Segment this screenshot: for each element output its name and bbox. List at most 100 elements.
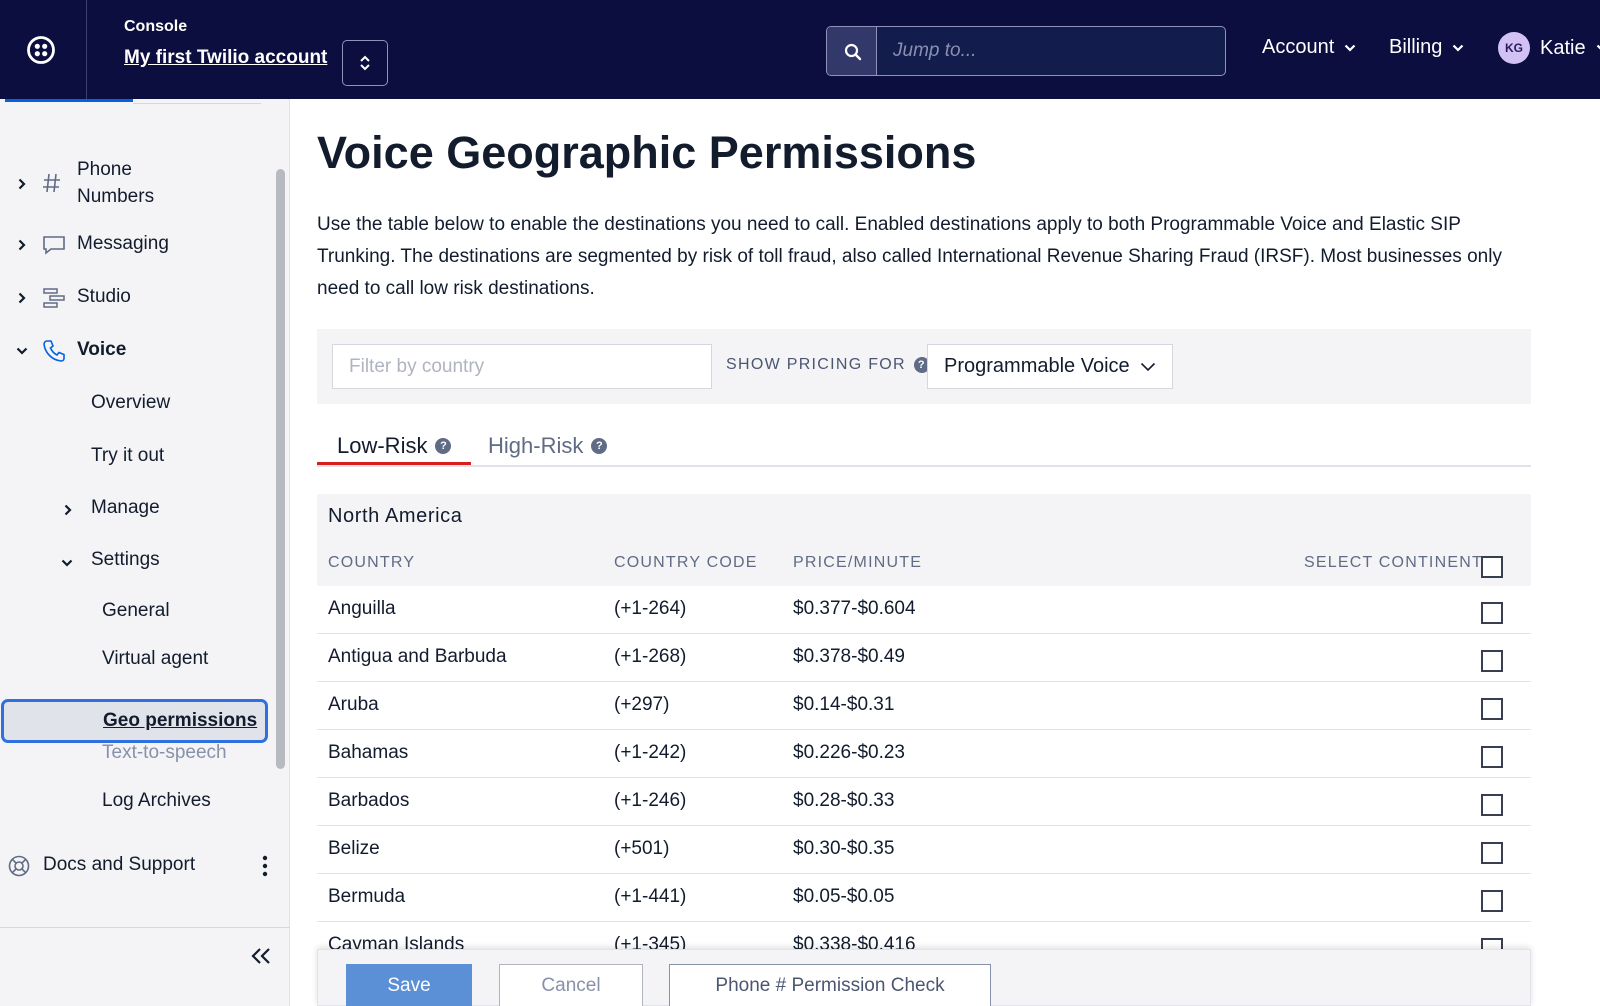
account-menu-label: Account (1262, 36, 1335, 58)
permissions-table: North America COUNTRY COUNTRY CODE PRICE… (317, 494, 1531, 954)
row-checkbox[interactable] (1481, 890, 1503, 912)
docs-and-support[interactable]: Docs and Support (0, 849, 285, 885)
sidebar-item-label: Geo permissions (103, 710, 258, 731)
tab-label: Low-Risk (337, 433, 428, 458)
main-content: Voice Geographic Permissions Use the tab… (290, 99, 1600, 1006)
permission-check-button[interactable]: Phone # Permission Check (669, 964, 991, 1006)
sidebar-item-studio[interactable]: Studio (0, 282, 270, 314)
table-row: Anguilla (+1-264) $0.377-$0.604 (317, 586, 1531, 634)
more-vertical-icon[interactable] (262, 855, 268, 877)
sidebar-tab-indicator (5, 99, 133, 102)
table-row: Barbados (+1-246) $0.28-$0.33 (317, 778, 1531, 826)
search-icon (844, 43, 862, 61)
price-cell: $0.28-$0.33 (793, 790, 895, 811)
hash-icon (43, 173, 60, 193)
country-cell: Aruba (328, 694, 379, 715)
filter-country-input[interactable] (332, 344, 712, 389)
chat-bubble-icon (43, 236, 65, 255)
row-checkbox[interactable] (1481, 602, 1503, 624)
chevron-right-icon (18, 239, 26, 251)
account-menu[interactable]: Account (1262, 36, 1356, 59)
row-checkbox[interactable] (1481, 698, 1503, 720)
chevron-up-down-icon (360, 55, 370, 71)
jump-to-input[interactable] (877, 27, 1225, 75)
sidebar-item-overview[interactable]: Overview (91, 392, 170, 414)
user-name: Katie (1540, 36, 1586, 59)
continent-name: North America (328, 505, 463, 527)
column-header-country: COUNTRY (328, 554, 416, 571)
chevron-down-icon (1344, 44, 1356, 52)
sidebar-item-geo-permissions[interactable]: Geo permissions (1, 699, 268, 743)
chevron-right-icon (18, 292, 26, 304)
country-code-cell: (+1-246) (614, 790, 687, 811)
sidebar-item-label: Studio (77, 286, 131, 307)
sidebar-item-phone-numbers-label: Phone Numbers (77, 156, 154, 210)
sidebar-item-label: Messaging (77, 233, 169, 254)
price-cell: $0.14-$0.31 (793, 694, 895, 715)
sidebar-item-manage[interactable]: Manage (58, 495, 268, 525)
row-checkbox[interactable] (1481, 842, 1503, 864)
chevron-right-icon (18, 178, 26, 190)
avatar: KG (1498, 32, 1530, 64)
sidebar-item-label-line1: Phone (77, 159, 132, 180)
tab-low-risk[interactable]: Low-Risk ? (337, 428, 452, 464)
select-continent-checkbox[interactable] (1481, 556, 1503, 578)
chevron-down-icon (16, 347, 28, 355)
chevron-right-icon (64, 504, 72, 516)
table-row: Antigua and Barbuda (+1-268) $0.378-$0.4… (317, 634, 1531, 682)
sidebar-item-label-line2: Numbers (77, 186, 155, 207)
sidebar-item-log-archives[interactable]: Log Archives (102, 790, 211, 812)
top-navigation-bar: Console My first Twilio account Account … (0, 0, 1600, 99)
sidebar-item-phone-numbers[interactable]: Phone Numbers (0, 156, 270, 212)
row-checkbox[interactable] (1481, 746, 1503, 768)
sidebar-item-virtual-agent[interactable]: Virtual agent (102, 648, 208, 670)
twilio-logo[interactable] (0, 0, 87, 99)
tab-high-risk[interactable]: High-Risk ? (488, 428, 608, 464)
country-cell: Antigua and Barbuda (328, 646, 507, 667)
sidebar-item-try-it-out[interactable]: Try it out (91, 445, 164, 467)
country-code-cell: (+501) (614, 838, 670, 859)
sidebar-item-voice[interactable]: Voice (0, 335, 270, 367)
table-row: Aruba (+297) $0.14-$0.31 (317, 682, 1531, 730)
country-code-cell: (+297) (614, 694, 670, 715)
sidebar-item-settings[interactable]: Settings (58, 547, 268, 577)
studio-flow-icon (43, 288, 65, 308)
billing-menu-label: Billing (1389, 36, 1443, 58)
active-tab-indicator (317, 462, 471, 465)
sidebar-item-label: Voice (77, 339, 127, 360)
row-checkbox[interactable] (1481, 650, 1503, 672)
billing-menu[interactable]: Billing (1389, 36, 1464, 59)
help-icon[interactable]: ? (591, 438, 608, 454)
sidebar-item-general[interactable]: General (102, 600, 170, 622)
country-code-cell: (+1-441) (614, 886, 687, 907)
search-button[interactable] (827, 27, 877, 75)
price-cell: $0.30-$0.35 (793, 838, 895, 859)
chevron-down-icon (1453, 44, 1464, 52)
sidebar-item-messaging[interactable]: Messaging (0, 229, 270, 261)
column-header-country-code: COUNTRY CODE (614, 554, 758, 571)
docs-and-support-label: Docs and Support (43, 854, 196, 875)
pricing-label-text: SHOW PRICING FOR (726, 356, 906, 373)
action-bar: Save Cancel Phone # Permission Check (317, 949, 1531, 1006)
account-name-link[interactable]: My first Twilio account (124, 47, 327, 69)
collapse-sidebar-icon[interactable] (250, 947, 272, 965)
sidebar-item-text-to-speech[interactable]: Text-to-speech (102, 742, 227, 764)
user-menu[interactable]: KG Katie (1498, 32, 1600, 64)
pricing-product-select[interactable]: Programmable Voice (927, 344, 1173, 389)
continent-header: North America COUNTRY COUNTRY CODE PRICE… (317, 494, 1531, 586)
help-icon[interactable]: ? (435, 438, 452, 454)
pricing-select-value: Programmable Voice (944, 355, 1130, 377)
cancel-button[interactable]: Cancel (499, 964, 643, 1006)
twilio-logo-icon (27, 36, 55, 64)
account-switcher-button[interactable] (342, 40, 388, 86)
sidebar-scrollbar[interactable] (276, 169, 285, 769)
row-checkbox[interactable] (1481, 794, 1503, 816)
lifebuoy-icon (8, 855, 30, 877)
save-button[interactable]: Save (346, 964, 472, 1006)
column-header-select-continent: SELECT CONTINENT (1304, 554, 1483, 571)
country-code-cell: (+1-264) (614, 598, 687, 619)
tab-label: High-Risk (488, 433, 584, 458)
chevron-down-icon (1596, 44, 1600, 50)
phone-icon (43, 340, 65, 362)
page-title: Voice Geographic Permissions (317, 127, 977, 178)
